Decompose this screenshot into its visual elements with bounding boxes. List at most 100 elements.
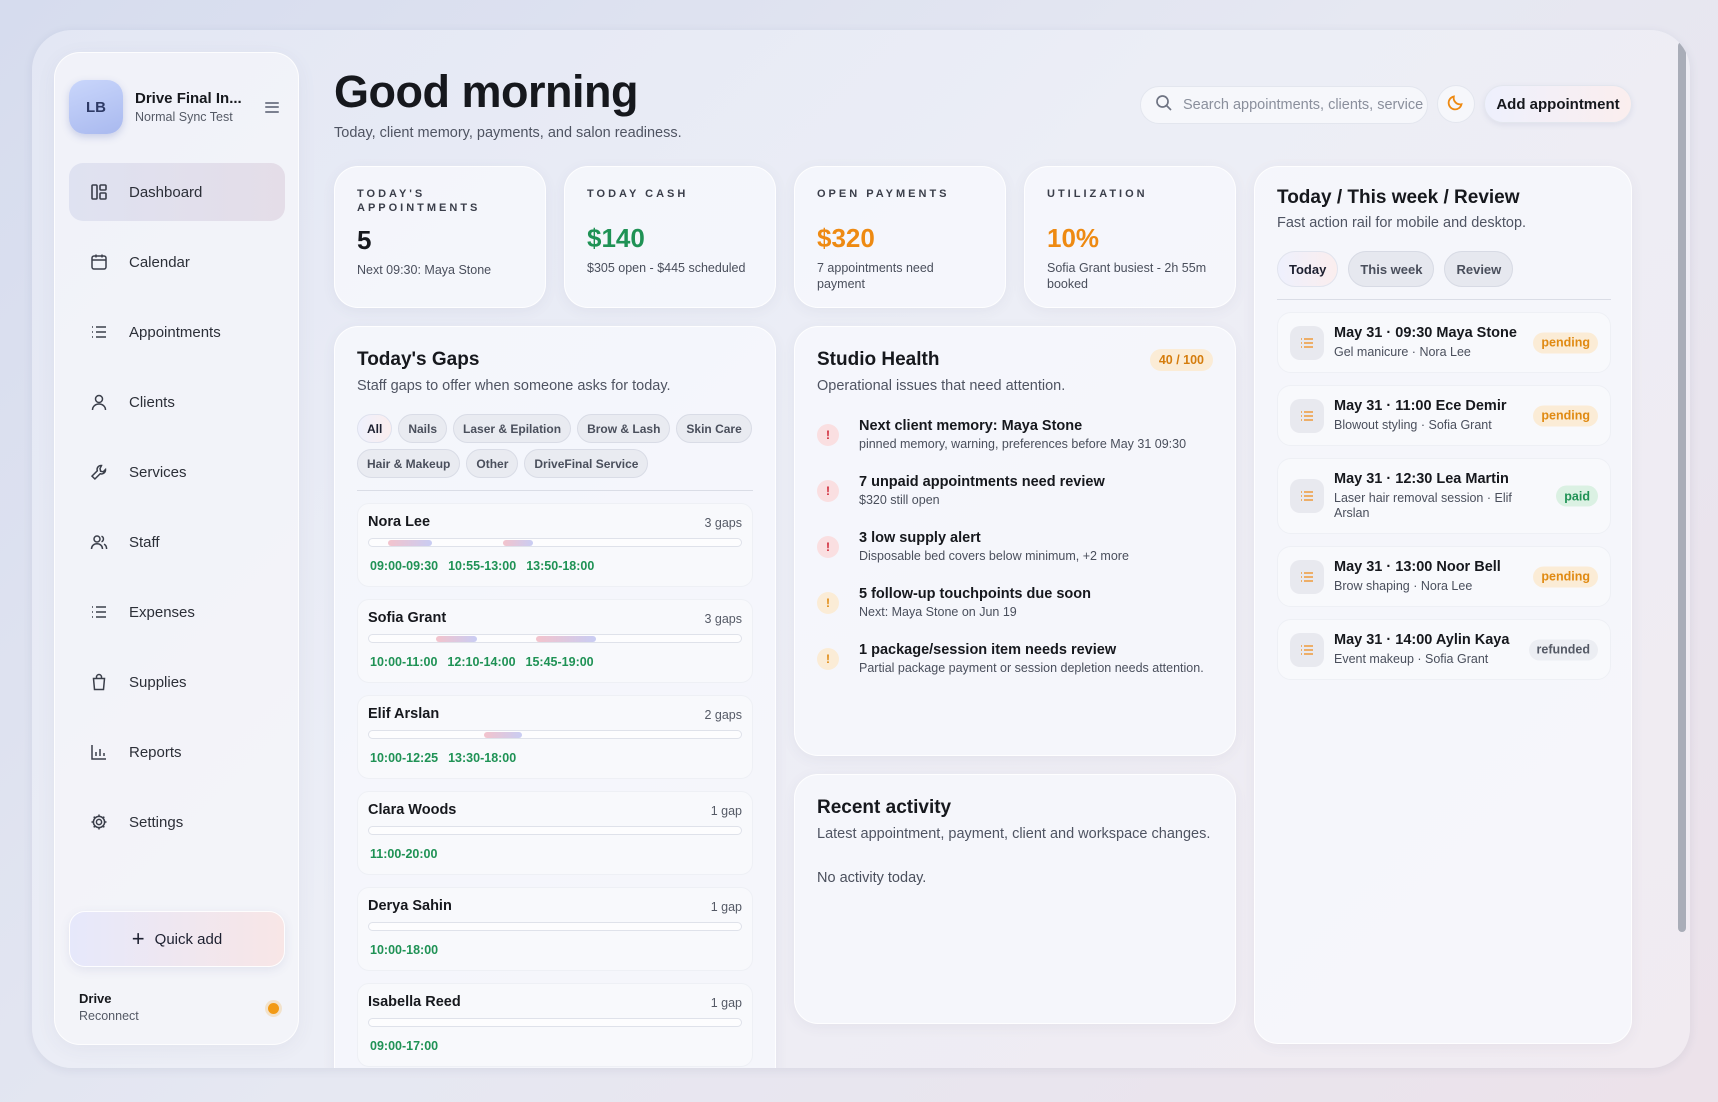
chip-drivefinal-service[interactable]: DriveFinal Service	[524, 449, 649, 478]
stat-card-appointments[interactable]: Today's appointments 5 Next 09:30: Maya …	[334, 166, 546, 308]
gap-time-slot[interactable]: 10:00-11:00	[370, 655, 437, 669]
health-issue-item[interactable]: ! 3 low supply alert Disposable bed cove…	[817, 530, 1213, 564]
gap-time-slot[interactable]: 09:00-09:30	[370, 559, 438, 573]
sidebar-item-dashboard[interactable]: Dashboard	[69, 163, 285, 221]
staff-gap-row[interactable]: Derya Sahin 1 gap 10:00-18:00	[357, 887, 753, 971]
wrench-icon	[89, 462, 109, 482]
sidebar-item-calendar[interactable]: Calendar	[69, 233, 285, 291]
sidebar-item-label: Supplies	[129, 673, 187, 691]
studio-health-card: Studio Health Operational issues that ne…	[794, 326, 1236, 756]
sidebar-item-label: Reports	[129, 743, 182, 761]
sidebar-item-label: Staff	[129, 533, 160, 551]
health-issues-list: ! Next client memory: Maya Stone pinned …	[817, 418, 1213, 676]
issue-detail: Disposable bed covers below minimum, +2 …	[859, 549, 1129, 563]
sidebar-item-appointments[interactable]: Appointments	[69, 303, 285, 361]
search-icon	[1155, 94, 1173, 117]
status-badge: pending	[1533, 405, 1598, 426]
gap-times: 10:00-12:25 13:30-18:00	[368, 751, 742, 765]
stat-card-open-payments[interactable]: Open payments $320 7 appointments need p…	[794, 166, 1006, 308]
gear-icon	[89, 812, 109, 832]
gap-time-slot[interactable]: 15:45-19:00	[526, 655, 594, 669]
search-input[interactable]	[1183, 97, 1423, 113]
sidebar-item-staff[interactable]: Staff	[69, 513, 285, 571]
appointment-item[interactable]: May 31 · 11:00 Ece Demir Blowout styling…	[1277, 385, 1611, 446]
theme-toggle-button[interactable]	[1437, 85, 1475, 123]
chip-all[interactable]: All	[357, 414, 393, 443]
appointment-title: May 31 · 11:00 Ece Demir	[1334, 398, 1507, 414]
stat-card-cash[interactable]: Today cash $140 $305 open - $445 schedul…	[564, 166, 776, 308]
issue-title: 3 low supply alert	[859, 530, 981, 546]
app-window: LB Drive Final In... Normal Sync Test Da…	[32, 30, 1690, 1068]
status-badge: pending	[1533, 332, 1598, 353]
tab-review[interactable]: Review	[1444, 251, 1514, 287]
stat-value: 10%	[1047, 223, 1100, 253]
status-dot-icon	[268, 1003, 279, 1014]
appointment-title: May 31 · 14:00 Aylin Kaya	[1334, 632, 1510, 648]
drive-reconnect-link[interactable]: Reconnect	[79, 1009, 279, 1023]
tab-today[interactable]: Today	[1277, 251, 1339, 287]
sidebar-item-expenses[interactable]: Expenses	[69, 583, 285, 641]
add-appointment-button[interactable]: Add appointment	[1484, 85, 1632, 123]
sidebar-item-reports[interactable]: Reports	[69, 723, 285, 781]
chip-brow-lash[interactable]: Brow & Lash	[577, 414, 671, 443]
chip-nails[interactable]: Nails	[398, 414, 448, 443]
sidebar-item-services[interactable]: Services	[69, 443, 285, 501]
health-issue-item[interactable]: ! 1 package/session item needs review Pa…	[817, 642, 1213, 676]
issue-title: 7 unpaid appointments need review	[859, 474, 1105, 490]
activity-empty-text: No activity today.	[817, 870, 927, 886]
chip-hair-makeup[interactable]: Hair & Makeup	[357, 449, 461, 478]
health-issue-item[interactable]: ! Next client memory: Maya Stone pinned …	[817, 418, 1213, 452]
staff-gap-row[interactable]: Sofia Grant 3 gaps 10:00-11:00 12:10-14:0…	[357, 599, 753, 683]
workspace-switcher[interactable]: LB Drive Final In... Normal Sync Test	[69, 79, 287, 135]
appointment-detail: Gel manicure · Nora Lee	[1334, 345, 1471, 359]
gap-time-slot[interactable]: 10:55-13:00	[448, 559, 516, 573]
issue-title: 5 follow-up touchpoints due soon	[859, 586, 1091, 602]
appointment-item[interactable]: May 31 · 12:30 Lea Martin Laser hair rem…	[1277, 458, 1611, 534]
workspace-title: Drive Final In...	[135, 90, 242, 107]
chip-other[interactable]: Other	[466, 449, 519, 478]
divider	[357, 490, 753, 491]
drive-status[interactable]: Drive Reconnect	[79, 991, 279, 1023]
booked-segment	[387, 540, 433, 546]
search-bar[interactable]	[1140, 86, 1428, 124]
gap-time-slot[interactable]: 10:00-18:00	[370, 943, 438, 957]
booked-segment	[484, 732, 522, 738]
staff-gap-row[interactable]: Nora Lee 3 gaps 09:00-09:30 10:55-13:00 13…	[357, 503, 753, 587]
gap-time-slot[interactable]: 13:50-18:00	[526, 559, 594, 573]
list-icon	[1290, 559, 1324, 594]
health-issue-item[interactable]: ! 5 follow-up touchpoints due soon Next:…	[817, 586, 1213, 620]
sidebar-item-clients[interactable]: Clients	[69, 373, 285, 431]
sidebar-item-label: Services	[129, 463, 187, 481]
alert-icon: !	[817, 480, 839, 502]
staff-gap-row[interactable]: Isabella Reed 1 gap 09:00-17:00	[357, 983, 753, 1067]
sidebar-item-label: Clients	[129, 393, 175, 411]
appointment-item[interactable]: May 31 · 09:30 Maya Stone Gel manicure ·…	[1277, 312, 1611, 373]
stat-value: $140	[587, 223, 645, 253]
sidebar-nav: Dashboard Calendar Appointments Clients	[69, 163, 285, 863]
staff-name: Derya Sahin	[368, 898, 452, 914]
scrollbar[interactable]	[1678, 42, 1686, 932]
stat-card-utilization[interactable]: Utilization 10% Sofia Grant busiest - 2h…	[1024, 166, 1236, 308]
appointment-item[interactable]: May 31 · 14:00 Aylin Kaya Event makeup ·…	[1277, 619, 1611, 680]
chip-laser-epilation[interactable]: Laser & Epilation	[453, 414, 572, 443]
staff-gap-row[interactable]: Clara Woods 1 gap 11:00-20:00	[357, 791, 753, 875]
menu-icon[interactable]	[265, 99, 279, 115]
gap-time-slot[interactable]: 10:00-12:25	[370, 751, 438, 765]
appointment-item[interactable]: May 31 · 13:00 Noor Bell Brow shaping · …	[1277, 546, 1611, 607]
issue-detail: Partial package payment or session deple…	[859, 661, 1204, 675]
staff-gap-row[interactable]: Elif Arslan 2 gaps 10:00-12:25 13:30-18:0…	[357, 695, 753, 779]
health-issue-item[interactable]: ! 7 unpaid appointments need review $320…	[817, 474, 1213, 508]
gap-times: 11:00-20:00	[368, 847, 742, 861]
sidebar-item-supplies[interactable]: Supplies	[69, 653, 285, 711]
gap-time-slot[interactable]: 13:30-18:00	[448, 751, 516, 765]
sidebar-item-settings[interactable]: Settings	[69, 793, 285, 851]
gap-time-slot[interactable]: 12:10-14:00	[447, 655, 515, 669]
chip-skin-care[interactable]: Skin Care	[676, 414, 752, 443]
gap-timeline-bar	[368, 922, 742, 931]
gap-time-slot[interactable]: 11:00-20:00	[370, 847, 437, 861]
gap-time-slot[interactable]: 09:00-17:00	[370, 1039, 438, 1053]
quick-add-button[interactable]: + Quick add	[69, 911, 285, 967]
tab-this-week[interactable]: This week	[1348, 251, 1435, 287]
dashboard-icon	[89, 182, 109, 202]
status-badge: pending	[1533, 566, 1598, 587]
